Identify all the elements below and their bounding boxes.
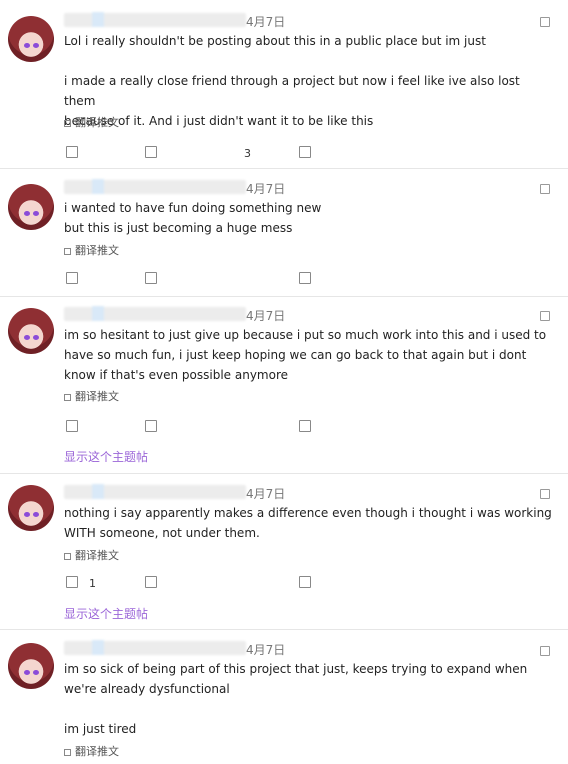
avatar[interactable] — [8, 485, 54, 531]
reply-count: 1 — [89, 577, 96, 590]
avatar-eye — [24, 335, 30, 340]
translate-tweet-button[interactable]: 翻译推文 — [64, 743, 119, 759]
avatar[interactable] — [8, 16, 54, 62]
retweet-count: 3 — [244, 147, 251, 160]
blurred-username[interactable] — [64, 484, 246, 499]
blurred-username[interactable] — [64, 306, 246, 321]
retweet-icon[interactable] — [145, 272, 157, 284]
tweet-text: nothing i say apparently makes a differe… — [64, 506, 552, 540]
translate-icon — [64, 748, 71, 756]
avatar-eye — [24, 670, 30, 675]
retweet-icon[interactable] — [145, 420, 157, 432]
show-thread-link[interactable]: 显示这个主题帖 — [64, 448, 148, 465]
translate-label: 翻译推文 — [75, 244, 119, 257]
reply-icon[interactable] — [66, 420, 78, 432]
translate-label: 翻译推文 — [75, 745, 119, 758]
avatar[interactable] — [8, 643, 54, 689]
translate-label: 翻译推文 — [75, 116, 119, 129]
translate-label: 翻译推文 — [75, 549, 119, 562]
avatar[interactable] — [8, 308, 54, 354]
tweet[interactable]: 4月7日 i wanted to have fun doing somethin… — [0, 168, 568, 297]
tweet-text: im so hesitant to just give up because i… — [64, 328, 547, 382]
avatar-eye — [33, 670, 39, 675]
more-options-icon[interactable] — [540, 17, 550, 27]
tweet-date[interactable]: 4月7日 — [246, 180, 285, 197]
avatar-eye — [24, 512, 30, 517]
reply-icon[interactable] — [66, 576, 78, 588]
like-icon[interactable] — [299, 146, 311, 158]
avatar[interactable] — [8, 184, 54, 230]
more-options-icon[interactable] — [540, 489, 550, 499]
translate-tweet-button[interactable]: 翻译推文 — [64, 547, 119, 563]
tweet-date[interactable]: 4月7日 — [246, 641, 285, 658]
more-options-icon[interactable] — [540, 184, 550, 194]
like-icon[interactable] — [299, 272, 311, 284]
like-icon[interactable] — [299, 576, 311, 588]
tweet-date[interactable]: 4月7日 — [246, 485, 285, 502]
retweet-icon[interactable] — [145, 576, 157, 588]
like-icon[interactable] — [299, 420, 311, 432]
more-options-icon[interactable] — [540, 311, 550, 321]
avatar-eye — [24, 43, 30, 48]
tweet-text: im so sick of being part of this project… — [64, 662, 528, 736]
reply-icon[interactable] — [66, 272, 78, 284]
avatar-eye — [33, 335, 39, 340]
translate-label: 翻译推文 — [75, 390, 119, 403]
tweet[interactable]: 4月7日 nothing i say apparently makes a di… — [0, 473, 568, 630]
avatar-eye — [33, 211, 39, 216]
translate-icon — [64, 393, 71, 401]
avatar-eye — [33, 512, 39, 517]
more-options-icon[interactable] — [540, 646, 550, 656]
translate-icon — [64, 247, 71, 255]
tweet-feed: 4月7日 Lol i really shouldn't be posting a… — [0, 0, 568, 764]
tweet[interactable]: 4月7日 im so hesitant to just give up beca… — [0, 296, 568, 474]
tweet[interactable]: 4月7日 im so sick of being part of this pr… — [0, 629, 568, 764]
avatar-eye — [24, 211, 30, 216]
tweet-text: i wanted to have fun doing something new… — [64, 201, 322, 235]
tweet-date[interactable]: 4月7日 — [246, 307, 285, 324]
translate-icon — [64, 119, 71, 127]
tweet-date[interactable]: 4月7日 — [246, 13, 285, 30]
reply-icon[interactable] — [66, 146, 78, 158]
translate-tweet-button[interactable]: 翻译推文 — [64, 114, 119, 130]
show-thread-link[interactable]: 显示这个主题帖 — [64, 605, 148, 622]
blurred-username[interactable] — [64, 179, 246, 194]
translate-icon — [64, 552, 71, 560]
retweet-icon[interactable] — [145, 146, 157, 158]
blurred-username[interactable] — [64, 640, 246, 655]
blurred-username[interactable] — [64, 12, 246, 27]
translate-tweet-button[interactable]: 翻译推文 — [64, 388, 119, 404]
tweet[interactable]: 4月7日 Lol i really shouldn't be posting a… — [0, 0, 568, 169]
translate-tweet-button[interactable]: 翻译推文 — [64, 242, 119, 258]
avatar-eye — [33, 43, 39, 48]
tweet-text: Lol i really shouldn't be posting about … — [64, 34, 520, 128]
